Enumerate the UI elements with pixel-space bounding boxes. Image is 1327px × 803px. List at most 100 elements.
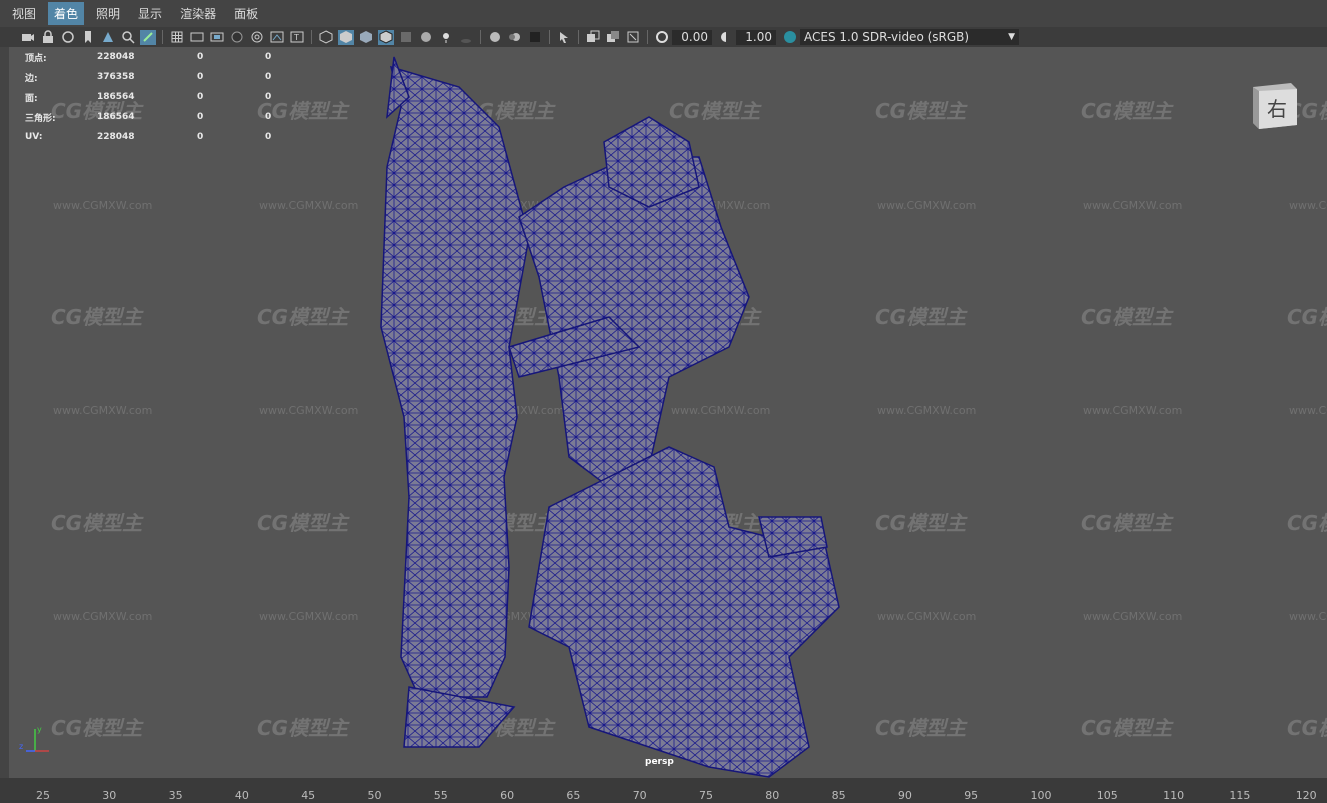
svg-text:y: y <box>37 725 42 734</box>
toolbar-divider <box>549 30 550 44</box>
ruler-tick-label: 40 <box>234 789 249 802</box>
panel-toolbar: T 0.00 1.00 ACES 1.0 SDR-video (sRGB) ▼ <box>0 27 1327 47</box>
chevron-down-icon: ▼ <box>1008 32 1015 42</box>
image-plane-icon[interactable] <box>100 30 116 45</box>
ruler-tick-label: 30 <box>102 789 117 802</box>
wireframe-icon[interactable] <box>318 30 334 45</box>
view-transform-value: ACES 1.0 SDR-video (sRGB) <box>804 30 970 44</box>
hud-label: 面: <box>25 93 38 104</box>
ruler-tick-label: 60 <box>500 789 515 802</box>
view-cube[interactable]: 右 <box>1249 81 1299 131</box>
ruler-tick-label: 70 <box>632 789 647 802</box>
hud-value: 0 <box>197 132 204 142</box>
xray-icon[interactable] <box>398 30 414 45</box>
xray-joints-icon[interactable] <box>418 30 434 45</box>
ruler-tick-label: 105 <box>1096 789 1118 802</box>
resolution-gate-icon[interactable] <box>209 30 225 45</box>
frame-all-icon[interactable] <box>605 30 621 45</box>
hud-row-triangles: 三角形: 186564 0 0 <box>25 107 271 127</box>
ruler-tick-label: 90 <box>897 789 912 802</box>
hud-value: 0 <box>265 52 272 62</box>
smooth-shade-icon[interactable] <box>338 29 354 45</box>
motion-blur-icon[interactable] <box>507 30 523 45</box>
time-ruler[interactable]: 25 30 35 40 45 50 55 60 65 70 75 80 85 90 95 100 105 110 1… <box>0 778 1327 803</box>
hud-value: 0 <box>197 112 204 122</box>
view-transform-dropdown[interactable]: ACES 1.0 SDR-video (sRGB) ▼ <box>800 29 1019 45</box>
multisample-aa-icon[interactable] <box>527 30 543 45</box>
exposure-icon[interactable] <box>654 30 670 45</box>
hud-value: 228048 <box>97 52 135 62</box>
exposure-field[interactable]: 0.00 <box>672 29 712 45</box>
view-cube-label: 右 <box>1267 97 1287 121</box>
hud-value: 0 <box>197 92 204 102</box>
menu-view[interactable]: 视图 <box>6 2 42 25</box>
toolbar-divider <box>647 30 648 44</box>
hud-label: 边: <box>25 73 38 84</box>
toolbar-divider <box>480 30 481 44</box>
hud-row-uvs: UV: 228048 0 0 <box>25 127 271 147</box>
shadows-icon[interactable] <box>458 30 474 45</box>
axis-gizmo: y z <box>17 723 53 757</box>
bookmark-icon[interactable] <box>80 30 96 45</box>
ruler-tick-label: 85 <box>831 789 846 802</box>
toolbar-divider <box>578 30 579 44</box>
grid-icon[interactable] <box>169 30 185 45</box>
ruler-tick-label: 55 <box>433 789 448 802</box>
camera-attributes-icon[interactable] <box>60 30 76 45</box>
hud-value: 228048 <box>97 132 135 142</box>
hud-row-vertices: 顶点: 228048 0 0 <box>25 47 271 67</box>
camera-icon[interactable] <box>20 30 36 45</box>
menu-lighting[interactable]: 照明 <box>90 2 126 25</box>
field-chart-icon[interactable] <box>249 30 265 45</box>
panel-left-border <box>0 47 9 778</box>
default-material-icon[interactable] <box>358 30 374 45</box>
hud-label: 顶点: <box>25 53 47 64</box>
hud-value: 0 <box>265 132 272 142</box>
hud-value: 186564 <box>97 92 135 102</box>
gamma-field[interactable]: 1.00 <box>736 29 776 45</box>
hud-value: 186564 <box>97 112 135 122</box>
ruler-tick-label: 95 <box>964 789 979 802</box>
hud-value: 0 <box>197 72 204 82</box>
lock-camera-icon[interactable] <box>40 30 56 45</box>
frame-selection-icon[interactable] <box>625 30 641 45</box>
ruler-tick-label: 110 <box>1163 789 1185 802</box>
persp-viewport[interactable]: CG模型主CG模型主CG模型主CG模型主CG模型主CG模型主CG模型主CG模型主… <box>9 47 1327 778</box>
menu-renderer[interactable]: 渲染器 <box>174 2 222 25</box>
ruler-tick-label: 45 <box>301 789 316 802</box>
isolate-select-icon[interactable] <box>556 30 572 45</box>
hud-label: UV: <box>25 132 43 142</box>
hud-row-faces: 面: 186564 0 0 <box>25 87 271 107</box>
panel-menubar: 视图 着色 照明 显示 渲染器 面板 <box>0 0 1327 27</box>
toolbar-divider <box>311 30 312 44</box>
wireframe-mesh <box>380 56 840 778</box>
film-gate-icon[interactable] <box>189 30 205 45</box>
2d-pan-zoom-icon[interactable] <box>120 30 136 45</box>
safe-action-icon[interactable] <box>269 30 285 45</box>
menu-panels[interactable]: 面板 <box>228 2 264 25</box>
menu-shading[interactable]: 着色 <box>48 2 85 25</box>
color-management-icon[interactable] <box>782 30 798 45</box>
ruler-tick-label: 50 <box>367 789 382 802</box>
ruler-tick-label: 100 <box>1030 789 1052 802</box>
camera-view-icon[interactable] <box>585 30 601 45</box>
safe-title-icon[interactable]: T <box>289 30 305 45</box>
poly-count-hud: 顶点: 228048 0 0 边: 376358 0 0 面: 186564 0… <box>25 47 271 147</box>
ruler-tick-label: 25 <box>36 789 50 802</box>
ruler-tick-label: 80 <box>765 789 780 802</box>
svg-text:z: z <box>19 742 23 751</box>
hud-value: 0 <box>265 72 272 82</box>
wireframe-on-shaded-icon[interactable] <box>378 29 394 45</box>
toolbar-divider <box>162 30 163 44</box>
ruler-tick-label: 65 <box>566 789 581 802</box>
menu-show[interactable]: 显示 <box>132 2 168 25</box>
gamma-icon[interactable] <box>718 30 734 45</box>
hud-label: 三角形: <box>25 113 56 124</box>
grease-pencil-icon[interactable] <box>140 29 156 45</box>
use-all-lights-icon[interactable] <box>438 30 454 45</box>
gate-mask-icon[interactable] <box>229 30 245 45</box>
hud-value: 376358 <box>97 72 135 82</box>
screen-space-ao-icon[interactable] <box>487 30 503 45</box>
camera-name-label: persp <box>645 757 674 767</box>
ruler-tick-label: 115 <box>1229 789 1251 802</box>
